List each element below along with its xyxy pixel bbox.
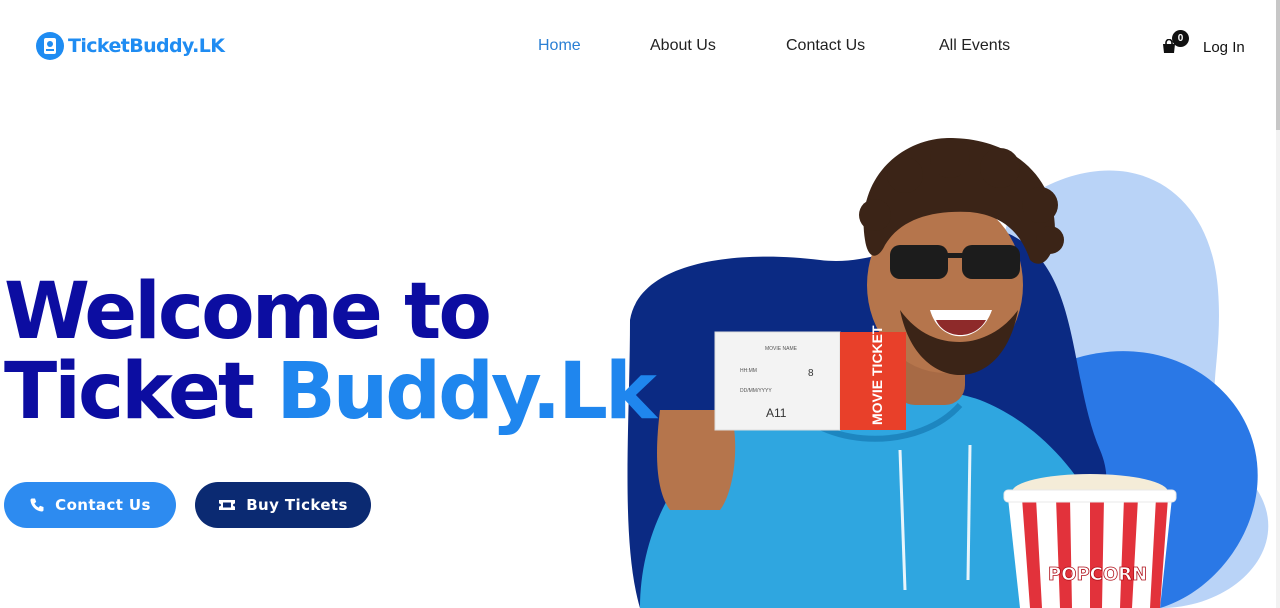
nav-home[interactable]: Home	[538, 37, 581, 55]
popcorn-bucket: POPCORN	[1003, 474, 1177, 608]
hero-title: Welcome to Ticket Buddy.Lk	[4, 267, 657, 432]
nav-about-us[interactable]: About Us	[650, 37, 716, 55]
scrollbar-thumb[interactable]	[1276, 0, 1280, 130]
page-scrollbar[interactable]	[1276, 0, 1280, 608]
buy-tickets-label: Buy Tickets	[246, 496, 348, 514]
hero-title-line1: Welcome to	[4, 267, 492, 357]
hero-illustration: MOVIE NAME 8 HH:MM DD/MM/YYYY A11 MOVIE …	[627, 138, 1269, 608]
contact-us-label: Contact Us	[55, 496, 151, 514]
hero-title-line2: Ticket Buddy.Lk	[4, 352, 657, 432]
cart-count-badge: 0	[1172, 30, 1189, 47]
ticket-logo-icon	[36, 32, 64, 60]
hero-title-accent: Buddy.Lk	[276, 347, 657, 437]
svg-text:8: 8	[808, 368, 814, 379]
svg-text:DD/MM/YYYY: DD/MM/YYYY	[740, 388, 772, 394]
nav-contact-us[interactable]: Contact Us	[786, 37, 865, 55]
buy-tickets-button[interactable]: Buy Tickets	[195, 482, 371, 528]
contact-us-button[interactable]: Contact Us	[4, 482, 176, 528]
ticket-seat: A11	[766, 406, 787, 420]
svg-text:MOVIE NAME: MOVIE NAME	[765, 346, 798, 352]
phone-icon	[30, 498, 44, 512]
cart-button[interactable]: 0	[1161, 30, 1189, 59]
brand-logo[interactable]: TicketBuddy.LK	[35, 31, 225, 61]
brand-name: TicketBuddy.LK	[68, 35, 225, 57]
hero-title-ticket: Ticket	[4, 347, 277, 437]
nav-all-events[interactable]: All Events	[939, 37, 1010, 55]
svg-text:HH:MM: HH:MM	[740, 368, 757, 374]
ticket-label: MOVIE TICKET	[869, 325, 885, 425]
login-link[interactable]: Log In	[1203, 39, 1245, 56]
site-header: TicketBuddy.LK Home About Us Contact Us …	[0, 0, 1280, 94]
movie-ticket: MOVIE NAME 8 HH:MM DD/MM/YYYY A11 MOVIE …	[714, 325, 906, 431]
popcorn-label: POPCORN	[1048, 564, 1147, 585]
ticket-icon	[219, 500, 236, 510]
